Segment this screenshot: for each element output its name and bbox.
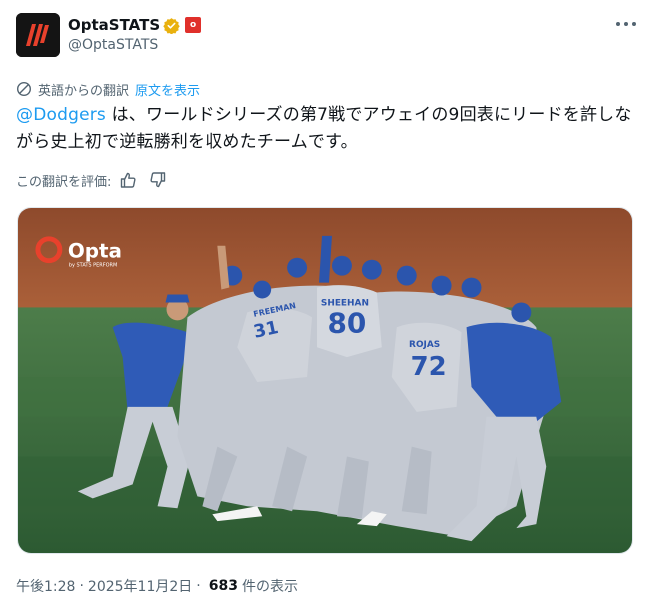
translation-label: 英語からの翻訳 [38, 83, 130, 99]
views-count: 683 [208, 578, 238, 594]
translation-row: 英語からの翻訳 原文を表示 [16, 80, 200, 99]
meta-separator-2: · [196, 578, 201, 594]
verified-badge-icon[interactable] [163, 17, 180, 34]
display-name[interactable]: OptaSTATS [68, 16, 160, 34]
watermark-sub: by STATS PERFORM [69, 263, 117, 269]
rate-label: この翻訳を評価: [16, 174, 112, 190]
more-options-icon[interactable] [616, 14, 636, 34]
tweet-photo[interactable]: 80 SHEEHAN 72 ROJAS 31 FREEMAN Opta by S… [17, 207, 633, 554]
show-original-link[interactable]: 原文を表示 [135, 80, 200, 99]
tweet-time[interactable]: 午後1:28 [16, 576, 75, 596]
thumbs-down-icon[interactable] [149, 171, 167, 189]
thumbs-up-icon[interactable] [119, 171, 137, 189]
jersey-number-80: 80 [328, 306, 367, 339]
tweet-date[interactable]: 2025年11月2日 [88, 576, 192, 596]
tweet-header: OptaSTATS o @OptaSTATS [16, 12, 636, 60]
opta-logo-icon [16, 13, 60, 57]
jersey-name-sheehan: SHEEHAN [321, 298, 369, 308]
views-label: 件の表示 [241, 579, 298, 595]
tweet-meta: 午後1:28 · 2025年11月2日 · 683 件の表示 [16, 577, 298, 595]
handle[interactable]: @OptaSTATS [68, 37, 158, 53]
jersey-name-rojas: ROJAS [409, 340, 440, 350]
celebration-photo: 80 SHEEHAN 72 ROJAS 31 FREEMAN Opta by S… [18, 208, 632, 553]
rate-translation-row: この翻訳を評価: [16, 170, 167, 190]
mention-link[interactable]: @Dodgers [16, 105, 106, 125]
translate-icon [16, 81, 32, 97]
avatar[interactable] [16, 13, 60, 57]
jersey-number-72: 72 [411, 352, 447, 382]
meta-separator: · [79, 578, 84, 594]
affiliate-badge-icon[interactable]: o [185, 17, 202, 33]
tweet-body: は、ワールドシリーズの第7戦でアウェイの9回表にリードを許しながら史上初で逆転勝… [16, 105, 632, 152]
tweet-text: @Dodgers は、ワールドシリーズの第7戦でアウェイの9回表にリードを許しな… [16, 102, 636, 156]
watermark-brand: Opta [68, 240, 122, 263]
